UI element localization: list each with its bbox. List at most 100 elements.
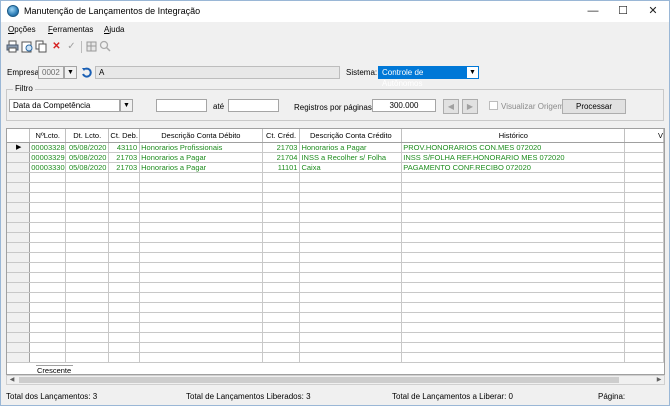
- cell-v: [624, 142, 664, 153]
- date-type-dropdown-arrow[interactable]: ▼: [120, 99, 133, 112]
- cell-v: [624, 212, 664, 223]
- row-indicator[interactable]: [7, 302, 31, 313]
- cell-desc-credito: [299, 272, 403, 283]
- table-row[interactable]: [7, 302, 664, 313]
- scroll-left-icon[interactable]: ◀: [7, 376, 17, 384]
- maximize-button[interactable]: ☐: [609, 1, 637, 21]
- empresa-dropdown-arrow[interactable]: ▼: [64, 66, 77, 79]
- grid-icon[interactable]: [85, 40, 98, 53]
- row-indicator[interactable]: [7, 152, 31, 163]
- row-indicator[interactable]: [7, 182, 31, 193]
- cell-dtlcto: [65, 312, 110, 323]
- date-to-field[interactable]: [228, 99, 279, 112]
- menu-ferramentas[interactable]: Ferramentas: [48, 25, 93, 34]
- cell-ctcred: [262, 182, 301, 193]
- table-row[interactable]: [7, 242, 664, 253]
- table-row[interactable]: [7, 182, 664, 193]
- header-desc-debito[interactable]: Descrição Conta Débito: [139, 129, 263, 143]
- header-nlcto[interactable]: NºLcto.: [29, 129, 67, 143]
- row-indicator[interactable]: [7, 222, 31, 233]
- row-indicator[interactable]: [7, 212, 31, 223]
- copy-icon[interactable]: [35, 40, 48, 53]
- row-indicator[interactable]: [7, 252, 31, 263]
- date-from-field[interactable]: [156, 99, 207, 112]
- cell-ctdeb: [108, 312, 141, 323]
- table-row[interactable]: [7, 352, 664, 363]
- scroll-right-icon[interactable]: ▶: [654, 376, 664, 384]
- prev-page-button[interactable]: ◀: [443, 99, 459, 114]
- row-indicator[interactable]: ▶: [7, 142, 31, 153]
- row-indicator[interactable]: [7, 202, 31, 213]
- sistema-select[interactable]: Controle de Autônomos: [378, 66, 466, 88]
- table-row[interactable]: ▶ 00003328 05/08/2020 43110 Honorarios Profi…: [7, 142, 664, 153]
- cell-desc-debito: [139, 342, 263, 353]
- cell-nlcto: 00003330: [29, 162, 67, 173]
- registros-field[interactable]: 300.000: [372, 99, 436, 112]
- row-indicator[interactable]: [7, 282, 31, 293]
- visualizar-checkbox[interactable]: [489, 101, 498, 110]
- row-indicator[interactable]: [7, 322, 31, 333]
- empresa-code-field[interactable]: 0002: [38, 66, 64, 79]
- sistema-dropdown-arrow[interactable]: ▼: [466, 66, 479, 79]
- header-historico[interactable]: Histórico: [401, 129, 626, 143]
- row-indicator[interactable]: [7, 352, 31, 363]
- table-row[interactable]: [7, 322, 664, 333]
- minimize-button[interactable]: —: [579, 1, 607, 21]
- row-indicator[interactable]: [7, 192, 31, 203]
- search-icon[interactable]: [99, 40, 112, 53]
- empresa-name-field: A: [95, 66, 340, 79]
- printer-icon[interactable]: [6, 40, 19, 53]
- cell-ctcred: [262, 272, 301, 283]
- refresh-icon[interactable]: [80, 66, 94, 79]
- table-row[interactable]: [7, 332, 664, 343]
- table-row[interactable]: [7, 232, 664, 243]
- header-v[interactable]: V: [624, 129, 664, 143]
- cell-ctcred: [262, 302, 301, 313]
- row-indicator[interactable]: [7, 242, 31, 253]
- scroll-thumb[interactable]: [19, 377, 619, 383]
- table-row[interactable]: 00003330 05/08/2020 21703 Honorarios a Paga…: [7, 162, 664, 173]
- header-ctcred[interactable]: Ct. Créd.: [262, 129, 301, 143]
- row-indicator[interactable]: [7, 172, 31, 183]
- cell-ctcred: [262, 192, 301, 203]
- cell-v: [624, 292, 664, 303]
- row-indicator[interactable]: [7, 232, 31, 243]
- print-preview-icon[interactable]: [21, 40, 34, 53]
- cell-desc-debito: [139, 312, 263, 323]
- table-row[interactable]: 00003329 05/08/2020 21703 Honorarios a Paga…: [7, 152, 664, 163]
- row-indicator[interactable]: [7, 272, 31, 283]
- menu-ajuda[interactable]: Ajuda: [104, 25, 124, 34]
- delete-icon[interactable]: ✕: [50, 40, 63, 53]
- empresa-label: Empresa:: [7, 68, 42, 77]
- table-row[interactable]: [7, 272, 664, 283]
- table-row[interactable]: [7, 252, 664, 263]
- table-row[interactable]: [7, 312, 664, 323]
- header-ctdeb[interactable]: Ct. Deb.: [108, 129, 141, 143]
- cell-nlcto: [29, 352, 67, 363]
- header-dtlcto[interactable]: Dt. Lcto.: [65, 129, 110, 143]
- table-row[interactable]: [7, 212, 664, 223]
- table-row[interactable]: [7, 192, 664, 203]
- row-indicator[interactable]: [7, 312, 31, 323]
- table-row[interactable]: [7, 172, 664, 183]
- table-row[interactable]: [7, 262, 664, 273]
- table-row[interactable]: [7, 282, 664, 293]
- row-indicator[interactable]: [7, 162, 31, 173]
- row-indicator[interactable]: [7, 342, 31, 353]
- table-row[interactable]: [7, 202, 664, 213]
- table-row[interactable]: [7, 342, 664, 353]
- close-button[interactable]: ✕: [639, 1, 667, 21]
- confirm-icon[interactable]: ✓: [65, 40, 78, 53]
- row-indicator[interactable]: [7, 332, 31, 343]
- processar-button[interactable]: Processar: [562, 99, 626, 114]
- menu-opcoes[interactable]: Opções: [8, 25, 36, 34]
- next-page-button[interactable]: ▶: [462, 99, 478, 114]
- table-row[interactable]: [7, 222, 664, 233]
- row-indicator[interactable]: [7, 262, 31, 273]
- filtro-group: Filtro Data da Competência ▼ até Registr…: [6, 84, 664, 121]
- row-indicator[interactable]: [7, 292, 31, 303]
- table-row[interactable]: [7, 292, 664, 303]
- date-type-select[interactable]: Data da Competência: [9, 99, 120, 112]
- header-desc-credito[interactable]: Descrição Conta Crédito: [299, 129, 403, 143]
- horizontal-scrollbar[interactable]: ◀ ▶: [6, 375, 665, 385]
